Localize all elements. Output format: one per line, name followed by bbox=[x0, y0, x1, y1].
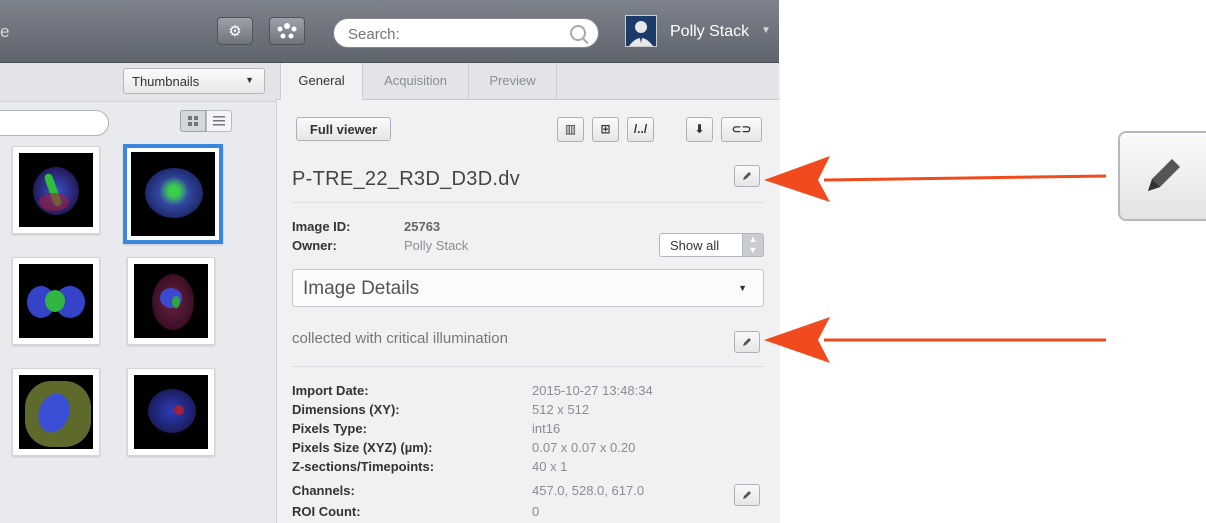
detail-value: 512 x 512 bbox=[532, 402, 590, 417]
thumbnail[interactable] bbox=[127, 257, 215, 345]
groups-button[interactable] bbox=[269, 17, 305, 45]
thumbnail[interactable] bbox=[127, 368, 215, 456]
list-icon bbox=[213, 116, 225, 126]
download-arrow-icon: ⬇ bbox=[694, 122, 705, 136]
tab-acquisition[interactable]: Acquisition bbox=[363, 63, 469, 99]
thumbnail-image bbox=[19, 375, 93, 449]
detail-label: Channels: bbox=[292, 483, 355, 498]
divider bbox=[292, 202, 764, 203]
users-group-icon bbox=[277, 23, 297, 39]
full-viewer-button[interactable]: Full viewer bbox=[296, 117, 391, 141]
detail-value: 457.0, 528.0, 617.0 bbox=[532, 483, 645, 498]
image-details-label: Image Details bbox=[303, 278, 420, 299]
detail-value: int16 bbox=[532, 421, 561, 436]
thumbnail-image bbox=[19, 153, 93, 227]
thumbnail-image bbox=[19, 264, 93, 338]
up-down-arrows-icon: ▲ ▼ bbox=[742, 234, 763, 256]
user-name[interactable]: Polly Stack bbox=[670, 23, 749, 41]
show-all-value: Show all bbox=[670, 238, 720, 253]
detail-label: Pixels Type: bbox=[292, 421, 367, 436]
detail-value: 40 x 1 bbox=[532, 459, 568, 474]
chevron-down-icon: ▼ bbox=[245, 75, 254, 85]
annotation-arrow bbox=[764, 156, 1107, 202]
link-button[interactable]: ⊂⊃ bbox=[721, 117, 762, 142]
user-silhouette-icon bbox=[629, 21, 653, 46]
annotation-arrow bbox=[764, 317, 1106, 363]
search-icon[interactable] bbox=[570, 25, 586, 41]
search-input[interactable] bbox=[346, 23, 560, 45]
pencil-icon bbox=[743, 491, 751, 499]
thumbnail[interactable] bbox=[12, 368, 100, 456]
grid-icon bbox=[188, 116, 198, 126]
grid-icon: ▥ bbox=[564, 122, 577, 136]
detail-value: 0.07 x 0.07 x 0.20 bbox=[532, 440, 636, 455]
detail-label: Import Date: bbox=[292, 383, 369, 398]
zoomed-edit-button bbox=[1118, 131, 1206, 221]
avatar[interactable] bbox=[625, 15, 657, 47]
detail-label: Pixels Size (XYZ) (µm): bbox=[292, 440, 433, 455]
app-title-fragment: e bbox=[0, 22, 10, 41]
edit-channels-button[interactable] bbox=[734, 484, 760, 506]
divider bbox=[292, 366, 764, 367]
image-id-value: 25763 bbox=[404, 219, 441, 234]
tab-preview[interactable]: Preview bbox=[469, 63, 557, 99]
image-id-label: Image ID: bbox=[292, 219, 351, 234]
settings-button[interactable]: ⚙ bbox=[217, 17, 253, 45]
grid-view-toggle[interactable] bbox=[180, 110, 206, 132]
view-mode-value: Thumbnails bbox=[132, 74, 200, 89]
hierarchy-icon: ⊞ bbox=[600, 122, 611, 136]
owner-value: Polly Stack bbox=[404, 238, 469, 253]
user-menu-caret-icon[interactable]: ▼ bbox=[761, 25, 771, 36]
view-mode-select[interactable]: Thumbnails ▼ bbox=[123, 68, 265, 94]
thumbnail-image bbox=[134, 375, 208, 449]
owner-label: Owner: bbox=[292, 238, 337, 253]
image-details-dropdown[interactable]: Image Details ▼ bbox=[292, 269, 764, 307]
path-icon: /../ bbox=[633, 122, 648, 136]
edit-name-button[interactable] bbox=[734, 165, 760, 187]
detail-label: Dimensions (XY): bbox=[292, 402, 400, 417]
chevron-down-icon: ▼ bbox=[738, 283, 747, 293]
gears-icon: ⚙ bbox=[228, 23, 242, 40]
tab-general[interactable]: General bbox=[280, 63, 363, 100]
image-name: P-TRE_22_R3D_D3D.dv bbox=[292, 168, 521, 190]
show-all-select[interactable]: Show all ▲ ▼ bbox=[659, 233, 764, 257]
edit-description-button[interactable] bbox=[734, 331, 760, 353]
hierarchy-button[interactable]: ⊞ bbox=[592, 117, 619, 142]
description-text: collected with critical illumination bbox=[292, 330, 508, 347]
link-icon: ⊂⊃ bbox=[731, 122, 752, 136]
detail-value: 2015-10-27 13:48:34 bbox=[532, 383, 653, 398]
pencil-icon bbox=[1148, 159, 1180, 191]
search-box[interactable] bbox=[333, 18, 599, 48]
thumbnail[interactable] bbox=[12, 146, 100, 234]
detail-label: Z-sections/Timepoints: bbox=[292, 459, 435, 474]
thumbnail-image bbox=[131, 152, 215, 236]
grid-open-button[interactable]: ▥ bbox=[557, 117, 584, 142]
download-button[interactable]: ⬇ bbox=[686, 117, 713, 142]
list-view-toggle[interactable] bbox=[206, 110, 232, 132]
thumbnail[interactable] bbox=[12, 257, 100, 345]
pencil-icon bbox=[743, 172, 751, 180]
thumbnail-image bbox=[134, 264, 208, 338]
path-button[interactable]: /../ bbox=[627, 117, 654, 142]
detail-label: ROI Count: bbox=[292, 504, 361, 519]
detail-value: 0 bbox=[532, 504, 540, 519]
pencil-icon bbox=[743, 338, 751, 346]
filter-input[interactable] bbox=[0, 110, 109, 136]
thumbnail-selected[interactable] bbox=[123, 144, 223, 244]
